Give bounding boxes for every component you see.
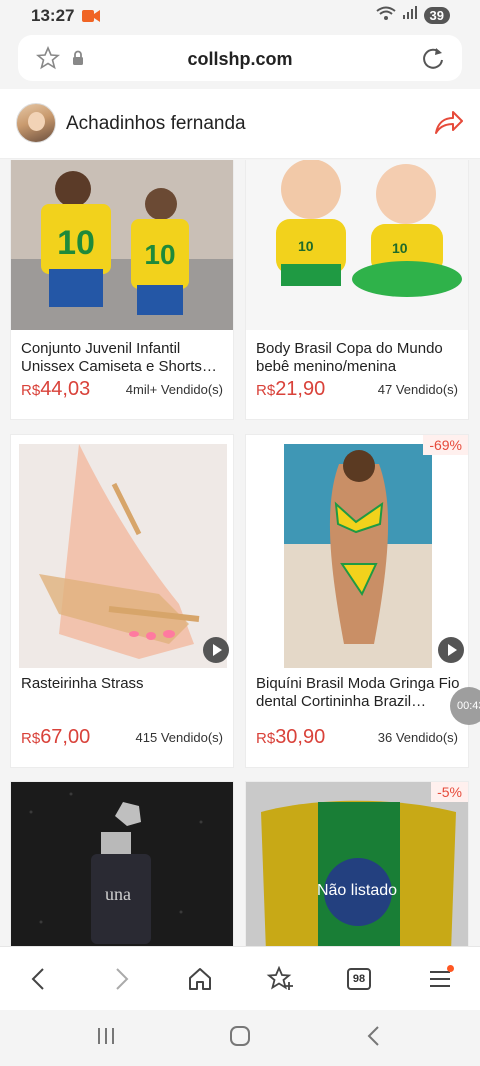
product-image[interactable]: 10 10	[246, 160, 468, 330]
browser-bottom-bar: 98	[0, 946, 480, 1010]
product-card[interactable]: -69% Biquíni Brasil Moda Gringa Fio dent…	[245, 434, 469, 768]
product-image[interactable]: una	[11, 782, 233, 946]
status-time: 13:27	[31, 6, 75, 25]
product-card[interactable]: 10 10 Conjunto Juvenil Infantil Unissex …	[10, 160, 234, 420]
back-icon[interactable]	[23, 963, 55, 995]
product-sold-count: 47 Vendido(s)	[377, 382, 458, 397]
wifi-icon	[375, 6, 396, 25]
address-bar[interactable]: collshp.com	[18, 35, 462, 81]
svg-text:10: 10	[298, 238, 314, 254]
battery-indicator: 39	[423, 7, 450, 24]
svg-text:10: 10	[144, 239, 175, 270]
forward-icon[interactable]	[105, 963, 137, 995]
product-title[interactable]: Conjunto Juvenil Infantil Unissex Camise…	[21, 340, 225, 376]
discount-badge: -69%	[423, 435, 468, 455]
product-title[interactable]: Biquíni Brasil Moda Gringa Fio dental Co…	[256, 675, 460, 711]
product-title[interactable]: Body Brasil Copa do Mundo bebê menino/me…	[256, 340, 460, 376]
discount-badge: -5%	[431, 782, 468, 802]
product-card[interactable]: Rasteirinha Strass R$67,00 415 Vendido(s…	[10, 434, 234, 768]
product-price: R$67,00	[21, 726, 91, 748]
system-back-icon[interactable]	[364, 1024, 384, 1053]
product-image[interactable]	[284, 444, 432, 668]
tabs-count: 98	[347, 968, 371, 990]
tabs-button[interactable]: 98	[343, 963, 375, 995]
product-price: R$30,90	[256, 726, 326, 748]
recent-apps-icon[interactable]	[94, 1024, 118, 1053]
product-title[interactable]: Rasteirinha Strass	[21, 675, 225, 693]
store-header: Achadinhos fernanda	[0, 89, 480, 159]
svg-text:10: 10	[57, 224, 95, 262]
product-card[interactable]: una	[10, 781, 234, 946]
product-grid: 10 10 Conjunto Juvenil Infantil Unissex …	[0, 160, 480, 946]
menu-icon[interactable]	[424, 963, 456, 995]
store-name: Achadinhos fernanda	[66, 113, 246, 134]
product-image[interactable]	[246, 782, 468, 946]
screen-record-icon	[82, 9, 100, 28]
system-navigation-bar	[0, 1010, 480, 1066]
reload-icon[interactable]	[420, 45, 446, 76]
notification-dot	[447, 965, 454, 972]
svg-text:10: 10	[392, 240, 408, 256]
signal-icon	[402, 6, 418, 25]
home-button-icon[interactable]	[228, 1024, 252, 1053]
product-image[interactable]: 10 10	[11, 160, 233, 330]
bookmarks-icon[interactable]	[264, 963, 296, 995]
play-video-button[interactable]	[438, 637, 464, 663]
product-sold-count: 36 Vendido(s)	[377, 730, 458, 745]
home-icon[interactable]	[184, 963, 216, 995]
product-card[interactable]: 10 10 Body Brasil Copa do Mundo bebê men…	[245, 160, 469, 420]
product-image[interactable]	[19, 444, 227, 668]
product-sold-count: 4mil+ Vendido(s)	[125, 382, 223, 397]
avatar[interactable]	[16, 103, 56, 143]
product-sold-count: 415 Vendido(s)	[135, 730, 223, 745]
share-icon[interactable]	[434, 110, 464, 141]
product-price: R$44,03	[21, 378, 91, 400]
product-price: R$21,90	[256, 378, 326, 400]
play-video-button[interactable]	[203, 637, 229, 663]
product-card[interactable]: -5% Não listado	[245, 781, 469, 946]
status-bar: 13:27 39	[0, 0, 480, 32]
svg-text:una: una	[105, 884, 131, 904]
not-listed-label: Não listado	[316, 882, 398, 899]
url-text[interactable]: collshp.com	[18, 49, 462, 70]
floating-video-timer[interactable]: 00:43	[450, 687, 480, 725]
